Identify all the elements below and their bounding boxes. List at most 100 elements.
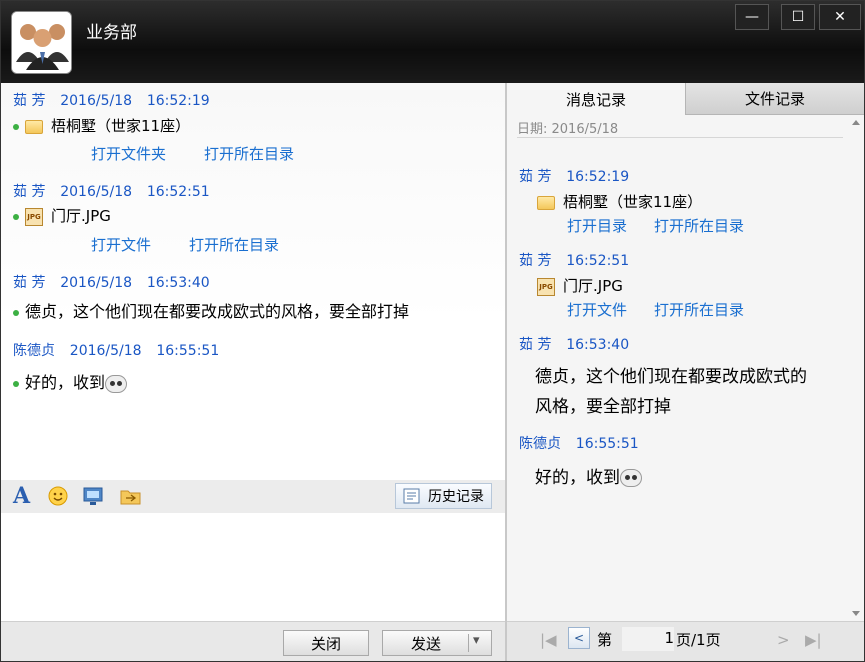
file-name: 梧桐墅（世家11座）: [51, 117, 191, 135]
send-options-icon[interactable]: ▾: [473, 633, 480, 648]
message-date: 2016/5/18: [60, 275, 133, 291]
next-page-icon[interactable]: >: [777, 631, 790, 649]
file-name: 门厅.JPG: [51, 207, 111, 225]
history-text: 风格，要全部打掉: [535, 397, 671, 417]
online-dot-icon: [13, 309, 19, 316]
first-page-icon[interactable]: |◀: [540, 631, 557, 649]
history-entry-header: 茹 芳 16:52:19: [519, 166, 629, 186]
page-suffix: 页/1页: [676, 631, 721, 649]
message-header: 陈德贞 2016/5/18 16:55:51: [13, 340, 219, 360]
text-message: 德贞，这个他们现在都要改成欧式的风格，要全部打掉: [13, 298, 409, 322]
close-button[interactable]: 关闭: [283, 630, 369, 656]
maximize-button[interactable]: ☐: [781, 4, 815, 30]
tab-file-records[interactable]: 文件记录: [685, 83, 864, 115]
online-dot-icon: [13, 123, 19, 130]
page-number-input[interactable]: 1: [622, 627, 674, 651]
history-panel: 消息记录 文件记录 日期: 2016/5/18 茹 芳 16:52:19 梧桐墅…: [507, 83, 864, 661]
send-button[interactable]: 发送 ▾: [382, 630, 492, 656]
jpg-file-icon: JPG: [537, 277, 555, 296]
jpg-file-icon: JPG: [25, 207, 43, 226]
message-input[interactable]: [1, 513, 505, 621]
entry-time: 16:52:19: [566, 169, 630, 185]
open-folder-link[interactable]: 打开目录: [567, 215, 627, 236]
message-time: 16:52:19: [146, 93, 210, 109]
history-file: JPG 门厅.JPG: [537, 275, 623, 296]
online-dot-icon: [13, 380, 19, 387]
close-icon: ✕: [834, 9, 846, 25]
sender-name: 茹 芳: [519, 253, 552, 269]
tab-message-records[interactable]: 消息记录: [507, 83, 685, 115]
input-toolbar: A 历史记录: [1, 480, 505, 513]
message-header: 茹 芳 2016/5/18 16:52:51: [13, 181, 210, 201]
history-entry-header: 茹 芳 16:53:40: [519, 334, 629, 354]
send-file-icon[interactable]: [119, 485, 143, 507]
folder-icon: [537, 195, 555, 210]
date-divider: [517, 137, 843, 138]
file-message: 梧桐墅（世家11座）: [13, 115, 190, 136]
open-location-link[interactable]: 打开所在目录: [654, 299, 744, 320]
sender-name: 陈德贞: [519, 436, 561, 452]
split-divider: [468, 634, 469, 652]
sender-name: 茹 芳: [13, 184, 46, 200]
title-bar: 业务部 — ☐ ✕: [1, 1, 864, 83]
chat-window: 业务部 — ☐ ✕ 茹 芳 2016/5/18 16:52:19 梧桐墅（世家1…: [0, 0, 865, 662]
message-time: 16:55:51: [156, 343, 220, 359]
scroll-down-icon: [852, 611, 860, 616]
open-folder-link[interactable]: 打开文件夹: [91, 143, 166, 164]
folder-icon: [25, 119, 43, 134]
file-name: 门厅.JPG: [563, 277, 623, 295]
message-time: 16:52:51: [146, 184, 210, 200]
last-page-icon[interactable]: ▶|: [805, 631, 822, 649]
message-date: 2016/5/18: [60, 93, 133, 109]
minimize-button[interactable]: —: [735, 4, 769, 30]
open-location-link[interactable]: 打开所在目录: [189, 234, 279, 255]
screenshot-icon[interactable]: [82, 485, 106, 507]
action-bar: 关闭 发送 ▾: [1, 621, 505, 661]
entry-time: 16:55:51: [575, 436, 639, 452]
smiley-emoji-icon: [105, 374, 128, 393]
online-dot-icon: [13, 213, 19, 220]
history-text: 好的，收到: [535, 463, 642, 488]
minimize-icon: —: [745, 9, 759, 25]
smiley-emoji-icon: [620, 469, 642, 487]
message-time: 16:53:40: [146, 275, 210, 291]
emoji-icon[interactable]: [47, 485, 71, 507]
history-entry-header: 陈德贞 16:55:51: [519, 433, 639, 453]
message-area: 茹 芳 2016/5/18 16:52:19 梧桐墅（世家11座） 打开文件夹 …: [1, 83, 505, 480]
entry-time: 16:52:51: [566, 253, 630, 269]
sender-name: 陈德贞: [13, 343, 55, 359]
message-text: 德贞，这个他们现在都要改成欧式的风格，要全部打掉: [25, 302, 410, 321]
maximize-icon: ☐: [791, 9, 805, 25]
open-file-link[interactable]: 打开文件: [567, 299, 627, 320]
message-header: 茹 芳 2016/5/18 16:53:40: [13, 272, 210, 292]
sender-name: 茹 芳: [519, 169, 552, 185]
font-icon[interactable]: A: [13, 485, 37, 507]
sender-name: 茹 芳: [519, 337, 552, 353]
sender-name: 茹 芳: [13, 275, 46, 291]
send-label: 发送: [411, 634, 442, 653]
history-label: 历史记录: [428, 489, 484, 505]
history-pager: |◀ < 第 1 页/1页 > ▶|: [507, 621, 864, 661]
file-message: JPG 门厅.JPG: [13, 205, 111, 226]
entry-time: 16:53:40: [566, 337, 630, 353]
prev-page-icon[interactable]: <: [568, 627, 590, 649]
chat-panel: 茹 芳 2016/5/18 16:52:19 梧桐墅（世家11座） 打开文件夹 …: [1, 83, 505, 661]
window-title: 业务部: [86, 23, 137, 43]
message-text: 好的，收到: [25, 373, 106, 392]
file-name: 梧桐墅（世家11座）: [563, 193, 703, 211]
message-date: 2016/5/18: [69, 343, 142, 359]
scroll-up-icon: [852, 120, 860, 125]
open-location-link[interactable]: 打开所在目录: [654, 215, 744, 236]
history-text: 德贞，这个他们现在都要改成欧式的: [535, 367, 807, 387]
message-text: 好的，收到: [535, 468, 620, 488]
history-entry-header: 茹 芳 16:52:51: [519, 250, 629, 270]
close-window-button[interactable]: ✕: [819, 4, 861, 30]
history-scrollbar[interactable]: [848, 115, 864, 621]
open-file-link[interactable]: 打开文件: [91, 234, 151, 255]
message-header: 茹 芳 2016/5/18 16:52:19: [13, 90, 210, 110]
open-location-link[interactable]: 打开所在目录: [204, 143, 294, 164]
sender-name: 茹 芳: [13, 93, 46, 109]
history-button[interactable]: 历史记录: [395, 483, 492, 509]
group-avatar[interactable]: [11, 11, 72, 74]
history-file: 梧桐墅（世家11座）: [537, 191, 702, 212]
